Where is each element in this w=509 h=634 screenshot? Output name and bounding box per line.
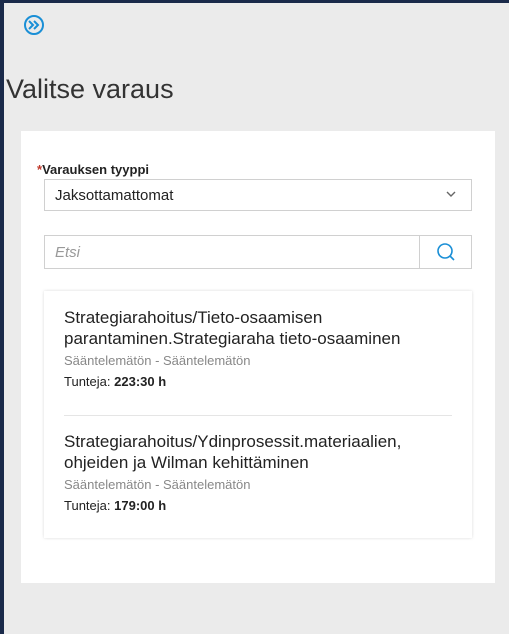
reservation-type-label: *Varauksen tyyppi [37,162,149,177]
hours-value: 223:30 h [114,374,167,389]
item-hours: Tunteja: 179:00 h [64,498,452,513]
hours-label: Tunteja: [64,374,111,389]
search-icon [436,243,455,261]
item-title: Strategiarahoitus/Tieto-osaamisen parant… [64,308,401,348]
list-divider [64,415,452,416]
reservation-type-select[interactable]: Jaksottamattomat [44,179,472,211]
item-subtitle: Sääntelemätön - Sääntelemätön [64,477,251,492]
search-input[interactable] [45,236,419,268]
double-chevron-right-icon [28,20,40,30]
reservation-type-value: Jaksottamattomat [55,186,174,204]
chevron-down-icon [446,191,456,197]
search-box [44,235,472,269]
hours-label: Tunteja: [64,498,111,513]
list-item[interactable]: Strategiarahoitus/Ydinprosessit.materiaa… [64,431,452,513]
reservation-panel: *Varauksen tyyppi Jaksottamattomat Strat… [21,131,495,583]
window-top-border [0,0,509,3]
item-hours: Tunteja: 223:30 h [64,374,452,389]
page-title: Valitse varaus [6,74,174,104]
reservation-type-label-text: Varauksen tyyppi [42,162,150,177]
window-left-border [0,0,4,634]
item-title: Strategiarahoitus/Ydinprosessit.materiaa… [64,432,402,472]
results-list: Strategiarahoitus/Tieto-osaamisen parant… [44,291,472,538]
list-item[interactable]: Strategiarahoitus/Tieto-osaamisen parant… [64,307,452,389]
expand-panel-button[interactable] [24,15,44,35]
item-subtitle: Sääntelemätön - Sääntelemätön [64,353,251,368]
search-button[interactable] [419,236,471,268]
hours-value: 179:00 h [114,498,167,513]
